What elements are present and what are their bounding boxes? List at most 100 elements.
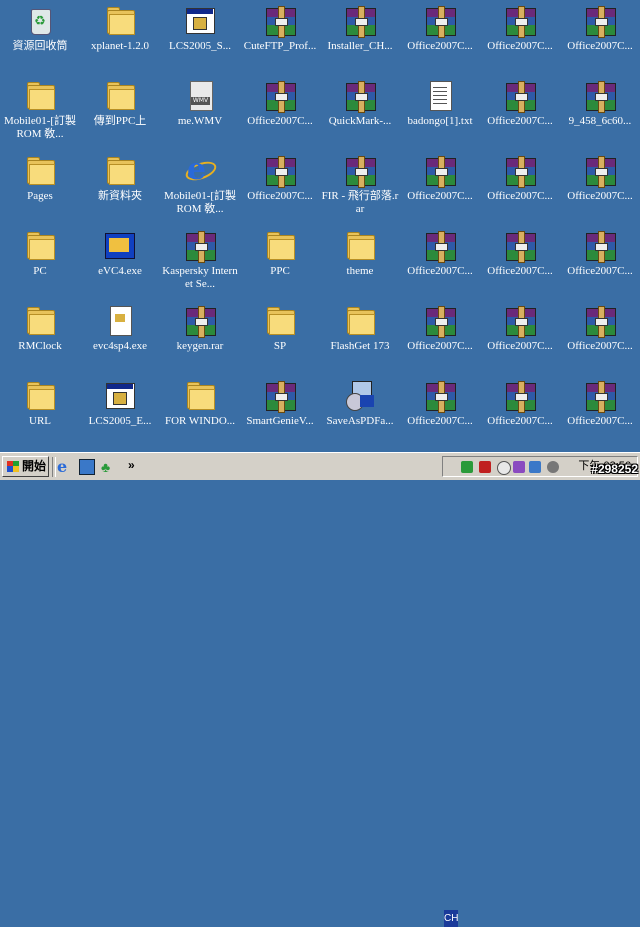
desktop-icon-label: Installer_CH... (327, 40, 393, 52)
desktop-icon[interactable]: Mobile01-[訂製 ROM 敎... (0, 75, 80, 145)
desktop-icon-label: me.WMV (177, 115, 223, 127)
start-button[interactable]: 開始 (2, 456, 49, 477)
desktop-icon[interactable]: Pages (0, 150, 80, 220)
desktop-icon[interactable]: evc4sp4.exe (80, 300, 160, 370)
desktop-icon[interactable]: e Mobile01-[訂製 ROM 敎... (160, 150, 240, 220)
desktop-icon-label: LCS2005_E... (88, 415, 152, 427)
desktop-icon-label: 9_458_6c60... (568, 115, 632, 127)
winrar-icon (584, 229, 616, 263)
winrar-icon (584, 154, 616, 188)
desktop-icon[interactable]: eVC4.exe (80, 225, 160, 295)
desktop-icon[interactable]: 新資料夾 (80, 150, 160, 220)
desktop-icon[interactable]: Office2007C... (400, 150, 480, 220)
evc-icon (104, 229, 136, 261)
desktop-icon[interactable]: Office2007C... (560, 225, 640, 295)
desktop-icon-label: RMClock (18, 340, 62, 352)
desktop-icon[interactable]: WMV me.WMV (160, 75, 240, 145)
quicklaunch-show-desktop-icon[interactable] (79, 459, 95, 475)
desktop-icon[interactable]: QuickMark-... (320, 75, 400, 145)
desktop-icon[interactable]: Office2007C... (480, 75, 560, 145)
desktop-icon[interactable]: Office2007C... (400, 0, 480, 70)
desktop-icon[interactable]: Office2007C... (240, 75, 320, 145)
desktop-icon-label: Office2007C... (567, 40, 633, 52)
desktop-icon[interactable]: Office2007C... (240, 150, 320, 220)
tray-display-icon[interactable] (529, 461, 541, 473)
desktop-icon-label: FlashGet 173 (330, 340, 390, 352)
winrar-icon (504, 229, 536, 263)
desktop-icon[interactable]: PC (0, 225, 80, 295)
desktop-icon[interactable]: Office2007C... (560, 0, 640, 70)
desktop-icon[interactable]: Office2007C... (400, 300, 480, 370)
desktop-icon[interactable]: Office2007C... (480, 0, 560, 70)
folder-icon (344, 304, 376, 336)
desktop-icon[interactable]: 傳到PPC上 (80, 75, 160, 145)
desktop-icon[interactable]: keygen.rar (160, 300, 240, 370)
desktop-icon-label: keygen.rar (176, 340, 224, 352)
desktop-icon[interactable]: Office2007C... (560, 375, 640, 445)
desktop-icon[interactable]: URL (0, 375, 80, 445)
desktop-icon-label: FOR WINDO... (164, 415, 236, 427)
desktop-icon[interactable]: SP (240, 300, 320, 370)
tray-clock-icon[interactable] (497, 461, 511, 475)
quicklaunch-more-button[interactable]: » (128, 458, 144, 474)
desktop-icon-label: 傳到PPC上 (93, 115, 147, 127)
tray-shield-icon[interactable] (479, 461, 491, 473)
desktop-icon[interactable]: PPC (240, 225, 320, 295)
desktop-icon[interactable]: Office2007C... (560, 300, 640, 370)
winrar-icon (264, 379, 296, 413)
winrar-icon (184, 304, 216, 338)
desktop-icon-label: theme (346, 265, 374, 277)
tray-network-icon[interactable] (461, 461, 473, 473)
desktop-icon[interactable]: LCS2005_S... (160, 0, 240, 70)
desktop-icon[interactable]: LCS2005_E... (80, 375, 160, 445)
desktop-icon[interactable]: Office2007C... (480, 300, 560, 370)
quicklaunch-messenger-icon[interactable]: ♣ (101, 459, 117, 475)
desktop[interactable]: ♻ 資源回收筒 xplanet-1.2.0 LCS2005_S... CuteFTP_P… (0, 0, 640, 452)
desktop-icon[interactable]: Office2007C... (480, 225, 560, 295)
winrar-icon (504, 154, 536, 188)
desktop-icon[interactable]: CuteFTP_Prof... (240, 0, 320, 70)
desktop-icon-label: PC (33, 265, 47, 277)
desktop-icon-label: xplanet-1.2.0 (90, 40, 150, 52)
winrar-icon (424, 379, 456, 413)
desktop-icon-label: eVC4.exe (98, 265, 142, 277)
folder-icon (104, 154, 136, 186)
desktop-icon[interactable]: SmartGenieV... (240, 375, 320, 445)
desktop-icon-label: SmartGenieV... (246, 415, 314, 427)
desktop-icon[interactable]: Office2007C... (400, 225, 480, 295)
quicklaunch-ie-icon[interactable]: e (57, 459, 73, 475)
desktop-icon[interactable]: Office2007C... (560, 150, 640, 220)
tray-speaker-icon[interactable] (547, 461, 559, 473)
windows-flag-icon (7, 461, 19, 472)
winrar-icon (344, 154, 376, 188)
desktop-icon[interactable]: FOR WINDO... (160, 375, 240, 445)
desktop-icon[interactable]: FlashGet 173 (320, 300, 400, 370)
desktop-icon-label: Office2007C... (487, 265, 553, 277)
desktop-icon[interactable]: 9_458_6c60... (560, 75, 640, 145)
desktop-icon[interactable]: RMClock (0, 300, 80, 370)
desktop-icon[interactable]: Kaspersky Internet Se... (160, 225, 240, 295)
desktop-icon[interactable]: SaveAsPDFa... (320, 375, 400, 445)
tray-app-icon[interactable] (513, 461, 525, 473)
desktop-icon-label: Office2007C... (247, 115, 313, 127)
wmv-icon: WMV (184, 79, 216, 111)
winrar-icon (424, 4, 456, 38)
ie-html-icon: e (183, 154, 219, 186)
winrar-icon (584, 379, 616, 413)
desktop-icon[interactable]: Office2007C... (480, 375, 560, 445)
folder-icon (264, 304, 296, 336)
desktop-icon[interactable]: Office2007C... (480, 150, 560, 220)
desktop-icon[interactable]: badongo[1].txt (400, 75, 480, 145)
exe-icon (104, 379, 136, 411)
desktop-icon[interactable]: FIR - 飛行部落.rar (320, 150, 400, 220)
desktop-icon[interactable]: Installer_CH... (320, 0, 400, 70)
desktop-icon[interactable]: xplanet-1.2.0 (80, 0, 160, 70)
desktop-icon[interactable]: ♻ 資源回收筒 (0, 0, 80, 70)
desktop-icon[interactable]: Office2007C... (400, 375, 480, 445)
desktop-icon-label: Office2007C... (407, 340, 473, 352)
folder-icon (344, 229, 376, 261)
ime-indicator[interactable]: CH (444, 910, 458, 927)
taskbar: 開始 e ♣ » 下午 03:56 CH (0, 452, 640, 927)
desktop-icon-label: Mobile01-[訂製 ROM 敎... (163, 190, 237, 215)
desktop-icon[interactable]: theme (320, 225, 400, 295)
